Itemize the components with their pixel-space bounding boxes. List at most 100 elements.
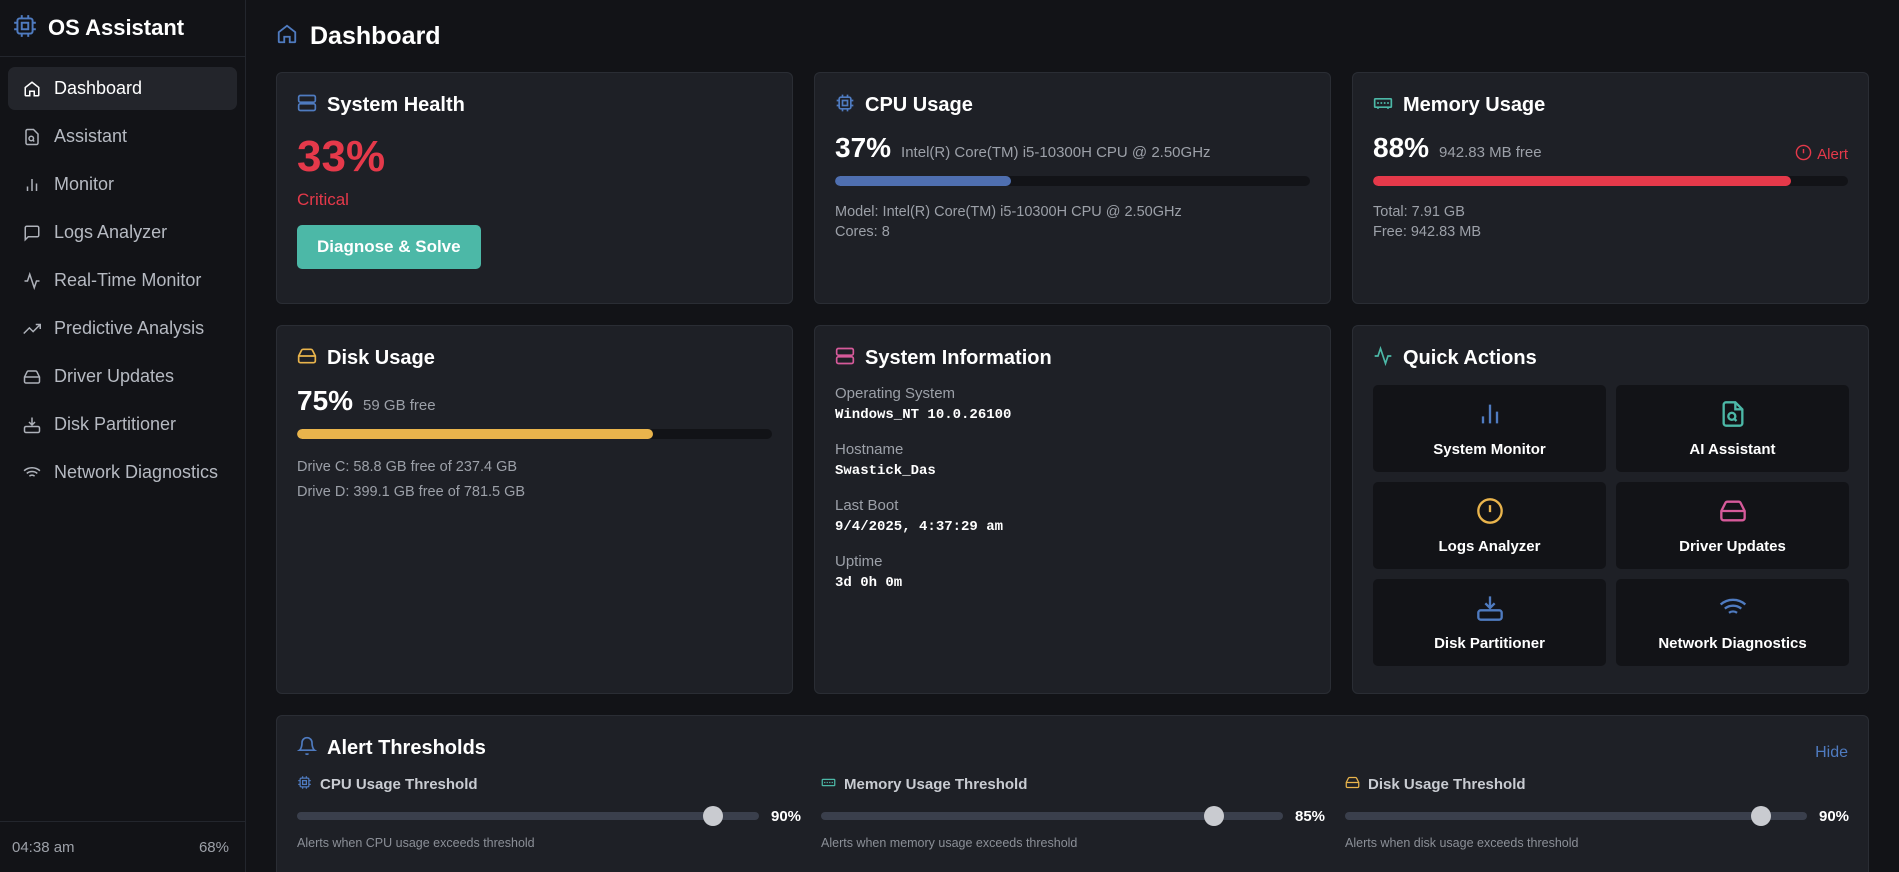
card-title: System Health [327,94,465,116]
threshold-note: Alerts when memory usage exceeds thresho… [821,836,1078,850]
quick-action-network-diagnostics[interactable]: Network Diagnostics [1616,579,1849,666]
memory-usage-value: 88% [1373,132,1430,163]
slider-thumb[interactable] [702,806,723,826]
disk-threshold: Disk Usage Threshold 90% Alerts when dis… [1345,775,1849,850]
cpu-usage-bar-fill [835,176,1011,186]
card-title: CPU Usage [865,94,973,116]
alert-circle-icon [1476,497,1504,530]
diagnose-solve-button[interactable]: Diagnose & Solve [297,225,481,269]
memory-usage-bar-fill [1373,176,1791,186]
card-title: Alert Thresholds [327,737,486,759]
memory-icon [1373,93,1393,118]
quick-action-driver-updates[interactable]: Driver Updates [1616,482,1849,569]
sidebar-item-label: Logs Analyzer [54,222,168,242]
cpu-threshold-slider[interactable] [297,806,759,826]
last-boot-label: Last Boot [835,497,899,514]
memory-icon [821,775,836,794]
threshold-value: 85% [1295,807,1326,825]
sidebar-item-label: Network Diagnostics [54,462,219,482]
quick-action-system-monitor[interactable]: System Monitor [1373,385,1606,472]
cpu-usage-card: CPU Usage 37% Intel(R) Core(TM) i5-10300… [814,72,1331,304]
slider-thumb[interactable] [1750,806,1771,826]
sidebar-nav: Dashboard Assistant Monitor Logs Analyze… [0,57,245,821]
threshold-note: Alerts when disk usage exceeds threshold [1345,836,1579,850]
threshold-label: Memory Usage Threshold [844,776,1028,793]
quick-action-label: Disk Partitioner [1434,634,1545,652]
system-information-card: System Information Operating System Wind… [814,325,1331,694]
sidebar-item-monitor[interactable]: Monitor [8,163,237,206]
disk-usage-card: Disk Usage 75% 59 GB free Drive C: 58.8 … [276,325,793,694]
sidebar-item-label: Assistant [54,126,128,146]
drive-d-info: Drive D: 399.1 GB free of 781.5 GB [297,484,526,500]
alert-label: Alert [1817,146,1848,163]
drive-c-info: Drive C: 58.8 GB free of 237.4 GB [297,459,518,475]
battery-level: 68% [198,838,229,856]
activity-icon [22,271,42,291]
quick-action-disk-partitioner[interactable]: Disk Partitioner [1373,579,1606,666]
threshold-label: CPU Usage Threshold [320,776,478,793]
cpu-model: Model: Intel(R) Core(TM) i5-10300H CPU @… [835,204,1182,220]
document-search-icon [1719,400,1747,433]
sidebar-item-label: Driver Updates [54,366,175,386]
card-title: Disk Usage [327,347,435,369]
download-drive-icon [22,415,42,435]
cpu-usage-value: 37% [835,132,892,163]
cpu-usage-bar [835,176,1310,186]
cpu-threshold: CPU Usage Threshold 90% Alerts when CPU … [297,775,801,850]
alert-thresholds-card: Alert Thresholds Hide CPU Usage Threshol… [276,715,1869,872]
clock-time: 04:38 am [12,838,75,856]
quick-action-label: System Monitor [1433,440,1546,458]
disk-usage-bar [297,429,772,439]
quick-actions-grid: System Monitor AI Assistant Logs Analyze… [1373,385,1849,666]
memory-total: Total: 7.91 GB [1373,204,1465,220]
quick-action-label: AI Assistant [1689,440,1776,458]
home-icon [276,23,298,50]
sidebar-item-assistant[interactable]: Assistant [8,115,237,158]
uptime-value: 3d 0h 0m [835,575,903,591]
document-search-icon [22,127,42,147]
home-icon [22,79,42,99]
quick-action-logs-analyzer[interactable]: Logs Analyzer [1373,482,1606,569]
server-icon [297,93,317,118]
sidebar-item-label: Disk Partitioner [54,414,177,434]
sidebar-item-predictive-analysis[interactable]: Predictive Analysis [8,307,237,350]
threshold-value: 90% [771,807,802,825]
sidebar-item-logs-analyzer[interactable]: Logs Analyzer [8,211,237,254]
memory-threshold: Memory Usage Threshold 85% Alerts when m… [821,775,1325,850]
bar-chart-icon [1476,400,1504,433]
cpu-name: Intel(R) Core(TM) i5-10300H CPU @ 2.50GH… [901,144,1211,161]
os-label: Operating System [835,385,956,402]
card-title: Memory Usage [1403,94,1546,116]
sidebar-item-network-diagnostics[interactable]: Network Diagnostics [8,451,237,494]
memory-free-summary: 942.83 MB free [1439,144,1542,161]
hostname-label: Hostname [835,441,904,458]
sidebar-item-real-time-monitor[interactable]: Real-Time Monitor [8,259,237,302]
sidebar-item-label: Monitor [54,174,115,194]
sidebar-item-label: Dashboard [54,78,143,98]
os-value: Windows_NT 10.0.26100 [835,407,1012,423]
system-health-card: System Health 33% Critical Diagnose & So… [276,72,793,304]
sidebar-item-disk-partitioner[interactable]: Disk Partitioner [8,403,237,446]
disk-usage-value: 75% [297,385,354,416]
sidebar-item-driver-updates[interactable]: Driver Updates [8,355,237,398]
download-drive-icon [1476,594,1504,627]
sidebar-item-label: Real-Time Monitor [54,270,202,290]
quick-action-ai-assistant[interactable]: AI Assistant [1616,385,1849,472]
hard-drive-icon [1345,775,1360,794]
page-title: Dashboard [310,21,441,50]
disk-threshold-slider[interactable] [1345,806,1807,826]
hide-thresholds-link[interactable]: Hide [1815,744,1848,762]
quick-actions-card: Quick Actions System Monitor AI Assistan… [1352,325,1869,694]
slider-thumb[interactable] [1203,806,1224,826]
sidebar: OS Assistant Dashboard Assistant Monitor… [0,0,246,872]
last-boot-value: 9/4/2025, 4:37:29 am [835,519,1004,535]
sidebar-item-dashboard[interactable]: Dashboard [8,67,237,110]
brand: OS Assistant [0,0,245,57]
cpu-chip-icon [297,775,312,794]
memory-threshold-slider[interactable] [821,806,1283,826]
memory-free: Free: 942.83 MB [1373,224,1481,240]
memory-usage-card: Memory Usage 88% 942.83 MB free Alert To… [1352,72,1869,304]
bar-chart-icon [22,175,42,195]
threshold-note: Alerts when CPU usage exceeds threshold [297,836,535,850]
threshold-label: Disk Usage Threshold [1368,776,1526,793]
